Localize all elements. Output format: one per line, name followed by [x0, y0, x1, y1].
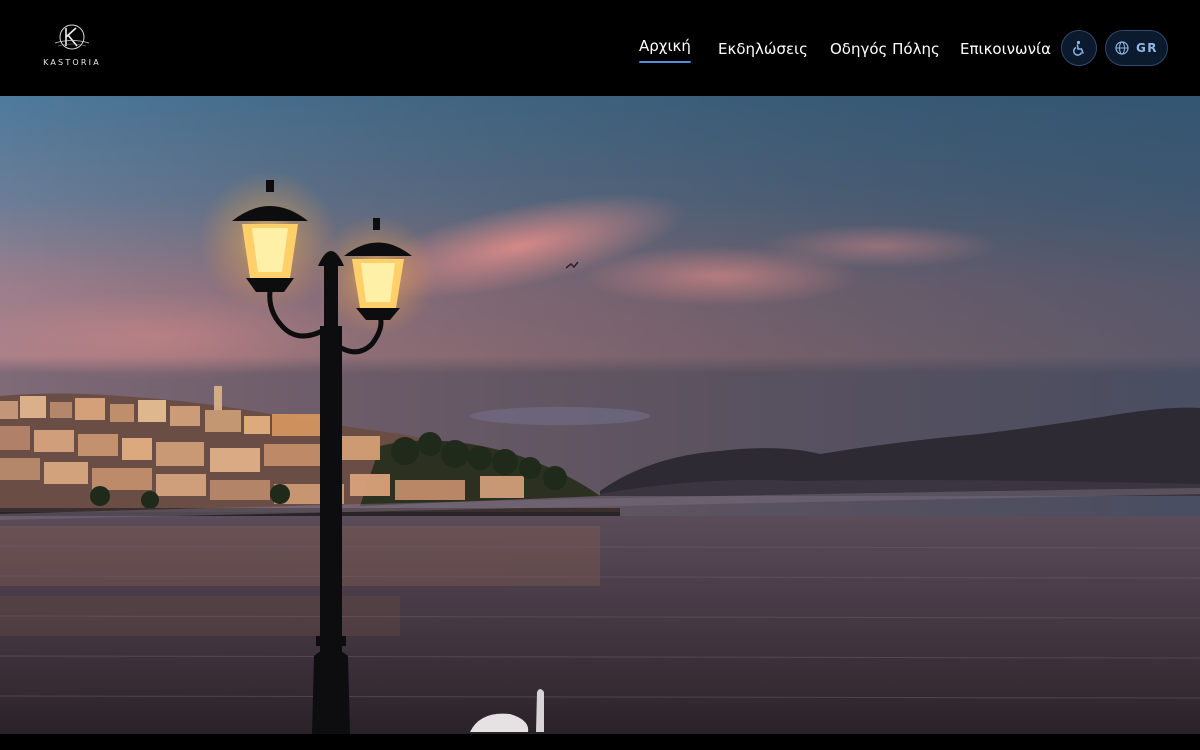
language-code: GR — [1135, 41, 1159, 55]
globe-icon — [1115, 41, 1129, 55]
site-header: KASTORIA Αρχική Εκδηλώσεις Οδηγός Πόλης … — [0, 0, 1200, 96]
site-logo[interactable]: KASTORIA — [40, 22, 104, 72]
nav-item-home[interactable]: Αρχική — [639, 37, 691, 63]
accessibility-button[interactable] — [1061, 30, 1097, 66]
logo-emblem-icon — [54, 24, 90, 50]
nav-item-city-guide[interactable]: Οδηγός Πόλης — [830, 40, 940, 58]
hero-image — [0, 96, 1200, 734]
bottom-strip — [0, 734, 1200, 750]
nav-item-events[interactable]: Εκδηλώσεις — [718, 40, 808, 58]
accessibility-icon — [1073, 40, 1084, 56]
language-selector[interactable]: GR — [1105, 30, 1168, 66]
logo-wordmark: KASTORIA — [43, 58, 101, 67]
nav-item-contact[interactable]: Επικοινωνία — [960, 40, 1051, 58]
